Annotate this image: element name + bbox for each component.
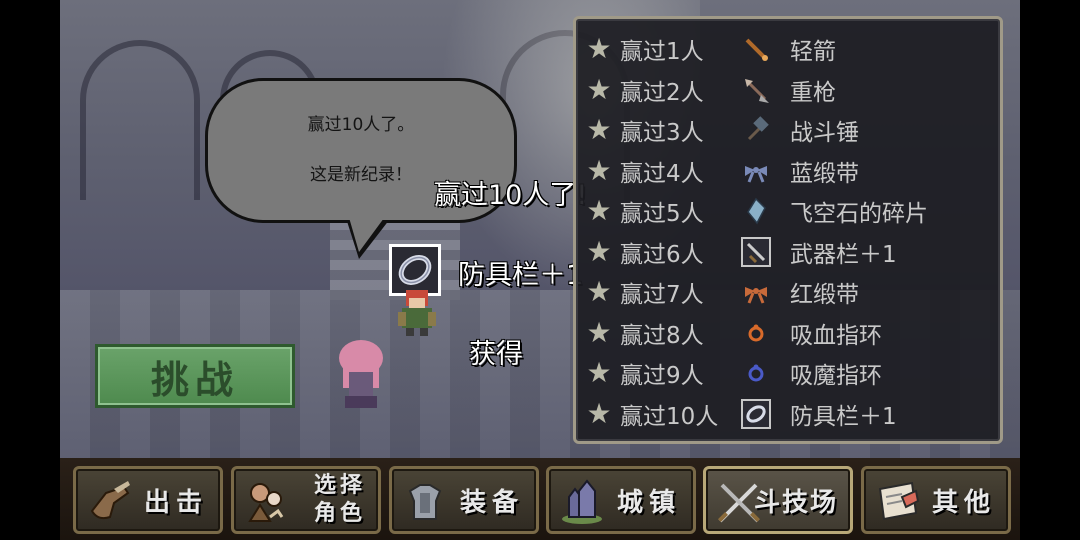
- armor-slot-icon: [740, 398, 772, 430]
- reward-row-item: 红缎带: [790, 282, 859, 308]
- nav-arena-label: 斗技场: [753, 487, 838, 518]
- sword-slot-icon: [740, 236, 772, 268]
- reward-row: ★ 赢过10人 防具栏＋1: [584, 394, 994, 434]
- nav-sortie-button[interactable]: 出击: [73, 466, 223, 534]
- reward-row-label: 赢过8人: [620, 322, 704, 349]
- nav-character-select-line-1: 选择: [313, 473, 366, 498]
- ring-icon: [740, 357, 772, 389]
- boot-icon: [90, 481, 130, 520]
- ring-icon: [740, 317, 772, 349]
- nav-arena-button[interactable]: 斗技场: [703, 466, 853, 534]
- speech-bubble-tail-fill: [348, 214, 387, 252]
- ribbon-icon: [740, 276, 772, 308]
- reward-item-frame: [389, 244, 441, 296]
- star-icon: ★: [586, 356, 612, 389]
- reward-row: ★ 赢过4人 蓝缎带: [584, 151, 994, 191]
- reward-row: ★ 赢过2人 重枪: [584, 70, 994, 110]
- armor-icon: [408, 484, 442, 520]
- star-icon: ★: [586, 113, 612, 146]
- nav-character-select-label: 选择 角色: [314, 469, 366, 531]
- reward-row: ★ 赢过9人 吸魔指环: [584, 353, 994, 393]
- spear-icon: [740, 74, 772, 106]
- reward-row-label: 赢过10人: [620, 403, 719, 430]
- reward-row: ★ 赢过1人 轻箭: [584, 29, 994, 69]
- nav-equipment-label: 装备: [459, 487, 524, 518]
- nav-other-label: 其他: [931, 487, 996, 518]
- reward-row-label: 赢过4人: [620, 160, 704, 187]
- reward-row-item: 防具栏＋1: [790, 403, 897, 430]
- star-icon: ★: [586, 315, 612, 349]
- reward-list-panel: ★ 赢过1人 轻箭 ★ 赢过2人 重枪 ★ 赢过3人 战斗锤 ★ 赢过4人 蓝缎带 ★ 赢过5人 飞空石的碎…: [573, 16, 1003, 444]
- star-icon: ★: [586, 32, 612, 65]
- scroll-icon: [878, 481, 920, 521]
- win-announcement: 赢过10人了!: [434, 180, 588, 211]
- reward-row: ★ 赢过5人 飞空石的碎片: [584, 191, 994, 231]
- reward-row: ★ 赢过8人 吸血指环: [584, 313, 994, 353]
- challenge-button[interactable]: 挑战: [95, 344, 295, 408]
- reward-row-item: 吸魔指环: [790, 363, 882, 389]
- nav-other-button[interactable]: 其他: [861, 466, 1011, 534]
- player-sprite: [339, 340, 383, 408]
- dialog-line-2: 这是新纪录！: [309, 165, 412, 185]
- star-icon: ★: [586, 234, 612, 268]
- nav-sortie-label: 出击: [143, 487, 208, 518]
- ribbon-icon: [740, 155, 772, 187]
- background-arch: [80, 40, 200, 200]
- ring-icon: [398, 255, 432, 285]
- nav-equipment-button[interactable]: 装备: [389, 466, 539, 534]
- reward-row-item: 重枪: [790, 79, 836, 106]
- reward-row-item: 武器栏＋1: [790, 241, 897, 268]
- hammer-icon: [740, 114, 772, 146]
- reward-row-item: 轻箭: [790, 39, 836, 65]
- reward-row-item: 蓝缎带: [790, 160, 859, 187]
- reward-row-label: 赢过2人: [620, 79, 704, 106]
- nav-character-select-line-2: 角色: [313, 501, 366, 526]
- reward-row-label: 赢过1人: [620, 39, 704, 65]
- nav-character-select-button[interactable]: 选择 角色: [231, 466, 381, 534]
- reward-row-item: 吸血指环: [790, 322, 882, 349]
- nav-town-button[interactable]: 城镇: [546, 466, 696, 534]
- town-icon: [562, 479, 602, 524]
- obtained-label: 获得: [469, 339, 523, 370]
- reward-row-label: 赢过3人: [620, 120, 704, 146]
- arrow-icon: [740, 33, 772, 65]
- reward-row: ★ 赢过3人 战斗锤: [584, 110, 994, 150]
- star-icon: ★: [586, 275, 612, 308]
- nav-town-label: 城镇: [616, 487, 681, 518]
- star-icon: ★: [586, 396, 612, 430]
- hero-sprite: [398, 290, 436, 336]
- star-icon: ★: [586, 153, 612, 187]
- reward-row-item: 飞空石的碎片: [790, 201, 928, 227]
- dialog-line-1: 赢过10人了。: [307, 115, 415, 135]
- reward-row: ★ 赢过6人 武器栏＋1: [584, 232, 994, 272]
- star-icon: ★: [586, 72, 612, 106]
- star-icon: ★: [586, 194, 612, 227]
- reward-row: ★ 赢过7人 红缎带: [584, 272, 994, 312]
- reward-row-label: 赢过5人: [620, 201, 704, 227]
- crystal-icon: [740, 195, 772, 227]
- character-select-icon: [248, 483, 284, 522]
- reward-item-name: 防具栏＋1: [458, 260, 584, 291]
- reward-row-item: 战斗锤: [790, 120, 859, 146]
- reward-row-label: 赢过7人: [620, 282, 704, 308]
- reward-row-label: 赢过6人: [620, 241, 704, 268]
- reward-row-label: 赢过9人: [620, 363, 704, 389]
